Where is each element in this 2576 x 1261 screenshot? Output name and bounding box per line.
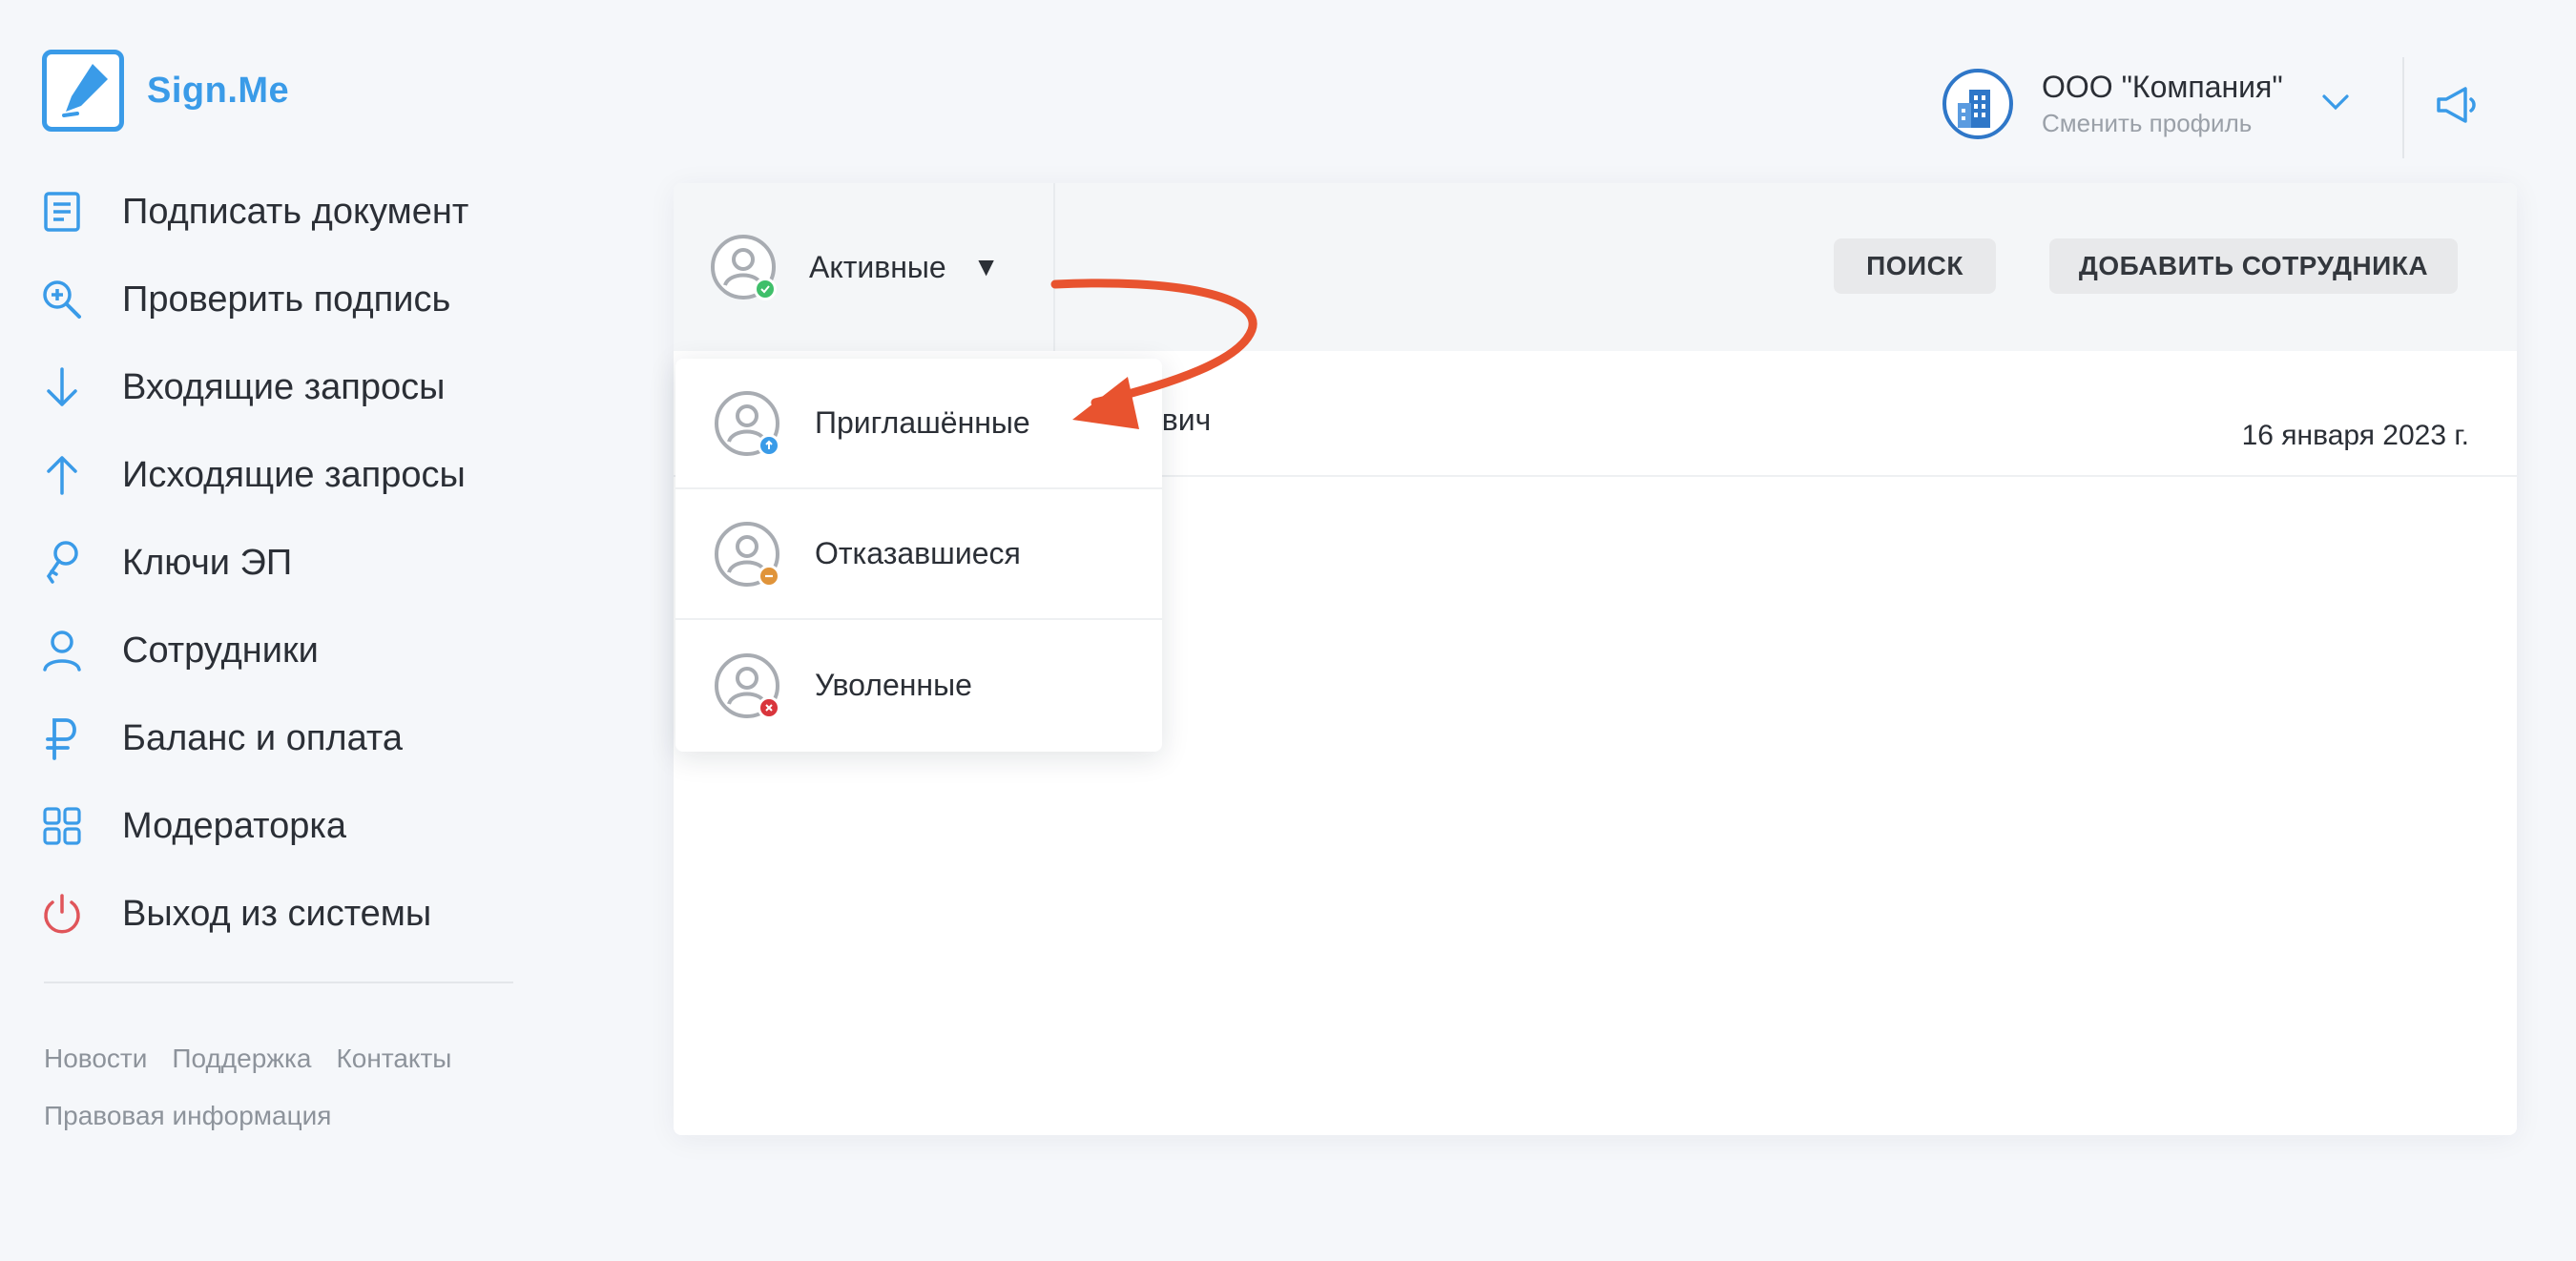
employee-date: 16 января 2023 г. <box>2241 420 2469 451</box>
nav-item-outgoing-requests[interactable]: Исходящие запросы <box>40 431 517 519</box>
nav-item-keys[interactable]: Ключи ЭП <box>40 519 517 607</box>
filter-selected-label: Активные <box>809 249 946 284</box>
grid-icon <box>40 804 84 848</box>
dropdown-item-label: Уволенные <box>815 668 972 702</box>
profile-switch-label: Сменить профиль <box>2042 109 2253 137</box>
dropdown-item-invited[interactable]: Приглашённые <box>675 359 1162 489</box>
dropdown-item-dismissed[interactable]: Уволенные <box>675 620 1162 751</box>
nav-label: Проверить подпись <box>122 279 451 320</box>
declined-minus-badge-icon <box>758 564 780 588</box>
invited-arrow-badge-icon <box>758 433 780 457</box>
megaphone-icon[interactable] <box>2433 82 2479 133</box>
nav-item-employees[interactable]: Сотрудники <box>40 607 517 694</box>
profile-name: ООО "Компания" <box>2042 70 2283 104</box>
brand-name: Sign.Me <box>147 70 290 111</box>
ruble-icon <box>40 716 84 760</box>
footer-link-support[interactable]: Поддержка <box>172 1044 311 1073</box>
chevron-down-icon[interactable] <box>2321 93 2350 116</box>
sidebar-nav: Подписать документ Проверить подпись Вхо… <box>40 168 517 958</box>
user-avatar-icon <box>714 390 780 457</box>
user-avatar-icon <box>714 521 780 588</box>
status-filter-select[interactable]: Активные ▼ <box>674 183 1055 351</box>
dismissed-x-badge-icon <box>758 695 780 719</box>
nav-item-incoming-requests[interactable]: Входящие запросы <box>40 343 517 431</box>
status-filter-dropdown: Приглашённые Отказавшиеся Уволенные <box>675 359 1162 752</box>
brand-logo[interactable]: Sign.Me <box>42 50 289 132</box>
caret-down-icon: ▼ <box>972 252 1000 281</box>
nav-label: Исходящие запросы <box>122 454 466 495</box>
power-icon <box>40 892 84 936</box>
footer-link-news[interactable]: Новости <box>44 1044 147 1073</box>
user-avatar-icon <box>714 652 780 719</box>
nav-item-logout[interactable]: Выход из системы <box>40 870 517 958</box>
dropdown-item-label: Отказавшиеся <box>815 536 1021 570</box>
search-button[interactable]: ПОИСК <box>1834 238 1996 294</box>
nav-item-balance[interactable]: Баланс и оплата <box>40 694 517 782</box>
pen-logo-icon <box>42 50 124 132</box>
search-check-icon <box>40 278 84 321</box>
user-avatar-icon <box>710 234 777 300</box>
nav-label: Модераторка <box>122 805 346 846</box>
nav-item-verify-signature[interactable]: Проверить подпись <box>40 256 517 343</box>
building-icon <box>1942 69 2013 139</box>
footer-link-contacts[interactable]: Контакты <box>336 1044 451 1073</box>
dropdown-item-declined[interactable]: Отказавшиеся <box>675 489 1162 620</box>
nav-item-sign-document[interactable]: Подписать документ <box>40 168 517 256</box>
arrow-down-icon <box>40 365 84 409</box>
header-divider <box>2402 57 2404 158</box>
nav-label: Подписать документ <box>122 191 469 232</box>
footer-link-legal[interactable]: Правовая информация <box>44 1101 331 1130</box>
sidebar-divider <box>44 982 513 983</box>
nav-label: Сотрудники <box>122 630 319 671</box>
profile-switcher[interactable]: ООО "Компания" Сменить профиль <box>1942 69 2350 139</box>
nav-label: Ключи ЭП <box>122 542 293 583</box>
nav-item-moderation[interactable]: Модераторка <box>40 782 517 870</box>
footer-links: Новости Поддержка Контакты Правовая информ… <box>44 1030 521 1145</box>
nav-label: Входящие запросы <box>122 366 446 407</box>
document-icon <box>40 190 84 234</box>
nav-label: Выход из системы <box>122 893 432 934</box>
active-check-badge-icon <box>754 278 777 300</box>
nav-label: Баланс и оплата <box>122 717 403 758</box>
add-employee-button[interactable]: ДОБАВИТЬ СОТРУДНИКА <box>2049 238 2458 294</box>
arrow-up-icon <box>40 453 84 497</box>
user-icon <box>40 629 84 672</box>
dropdown-item-label: Приглашённые <box>815 405 1030 440</box>
key-icon <box>40 541 84 585</box>
